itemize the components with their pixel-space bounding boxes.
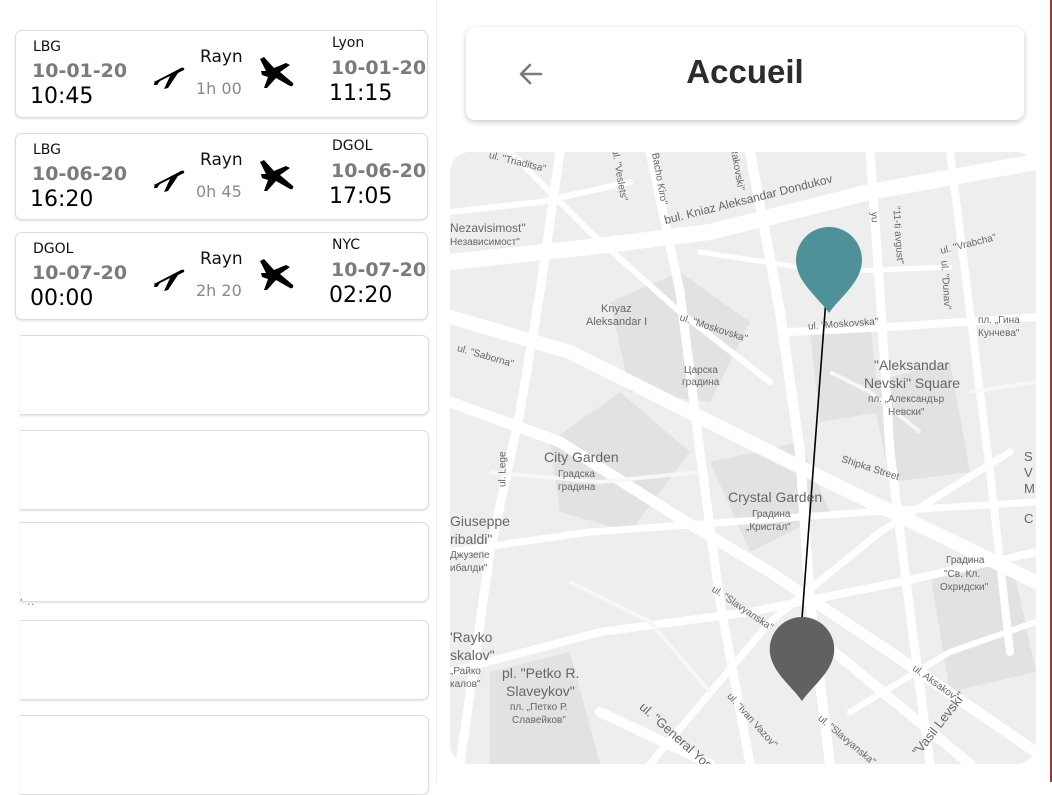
- map-label: Giuseppe: [450, 513, 510, 529]
- departure-airport: LBG: [33, 142, 62, 158]
- flight-duration: 2h 20: [196, 281, 242, 300]
- arrival-airport: Lyon: [332, 35, 365, 51]
- header-bar: Accueil: [466, 27, 1024, 120]
- flight-duration: 0h 45: [196, 182, 242, 201]
- map-view[interactable]: ul. "Triaditsa" ul. "Veslets" "Bacho Kir…: [450, 152, 1036, 764]
- empty-flight-card[interactable]: [20, 620, 429, 700]
- airline-name: Rayn: [200, 47, 243, 67]
- map-label: ribaldi": [450, 531, 493, 547]
- map-label: Охридски": [940, 582, 989, 593]
- flight-duration: 1h 00: [196, 79, 242, 98]
- departure-date: 10-06-20: [32, 163, 128, 185]
- map-label: "Aleksandar: [874, 357, 950, 373]
- takeoff-icon: [146, 158, 186, 198]
- map-label: ибалди": [450, 563, 488, 574]
- arrival-date: 10-07-20: [331, 259, 427, 281]
- map-label: "Св. Кл.: [944, 569, 981, 580]
- flight-card[interactable]: LBG 10-01-20 10:45 Rayn 1h 00 Lyon 10-01-20 11:…: [15, 30, 428, 118]
- departure-time: 10:45: [30, 84, 94, 109]
- map-label: калов": [450, 679, 481, 690]
- map-label: 'Rayko: [450, 629, 493, 645]
- map-label: Nevski" Square: [864, 375, 961, 391]
- map-label: Невски": [888, 407, 925, 418]
- map-label: C: [1024, 511, 1034, 526]
- map-label: „Кристал": [746, 522, 791, 533]
- map-label: пл. „Петко Р.: [510, 702, 568, 713]
- arrival-time: 11:15: [329, 81, 393, 106]
- arrival-time: 02:20: [329, 283, 393, 308]
- map-label: S: [1024, 449, 1033, 464]
- landing-icon: [256, 53, 296, 93]
- map-label: пл. „Александър: [868, 394, 945, 405]
- empty-flight-card[interactable]: [20, 715, 429, 795]
- departure-date: 10-01-20: [32, 60, 128, 82]
- map-label: Славейков": [512, 715, 566, 726]
- map-label: Кунчева": [978, 328, 1020, 339]
- column-divider: [436, 0, 437, 782]
- map-label: ul. Lege: [497, 451, 509, 488]
- arrival-time: 17:05: [329, 184, 393, 209]
- map-label: Nezavisimost": [450, 221, 526, 235]
- map-label: градина: [558, 482, 596, 493]
- map-label: Градина: [752, 509, 791, 520]
- map-label: Slaveykov": [506, 683, 575, 699]
- landing-icon: [256, 156, 296, 196]
- map-label: Knyaz: [601, 303, 632, 315]
- map-label: Независимост": [450, 237, 520, 248]
- airline-name: Rayn: [200, 150, 243, 170]
- airline-name: Rayn: [200, 249, 243, 269]
- map-label: ul. "Dunav": [938, 260, 953, 311]
- map-label: Царска: [684, 365, 718, 376]
- map-label: City Garden: [544, 449, 619, 465]
- landing-icon: [256, 255, 296, 295]
- map-label: градина: [682, 377, 720, 388]
- flight-card[interactable]: DGOL 10-07-20 00:00 Rayn 2h 20 NYC 10-07-20 02:…: [15, 232, 428, 320]
- map-label: V: [1024, 465, 1033, 480]
- stray-text: ' ..: [20, 598, 36, 608]
- departure-time: 16:20: [30, 187, 94, 212]
- empty-flight-card[interactable]: [20, 335, 429, 415]
- map-label: M: [1024, 481, 1035, 496]
- empty-flight-card[interactable]: [20, 430, 429, 510]
- map-label: skalov": [450, 647, 495, 663]
- takeoff-icon: [146, 55, 186, 95]
- arrival-date: 10-06-20: [331, 160, 427, 182]
- empty-flight-card[interactable]: [20, 522, 429, 602]
- arrival-airport: NYC: [332, 237, 361, 253]
- map-label: yu: [868, 211, 880, 223]
- departure-time: 00:00: [30, 286, 94, 311]
- origin-map-pin[interactable]: [796, 227, 862, 315]
- destination-map-pin[interactable]: [769, 617, 835, 703]
- map-label: Crystal Garden: [728, 489, 823, 505]
- map-label: Градска: [558, 469, 595, 480]
- page-title: Accueil: [686, 53, 804, 90]
- flight-card[interactable]: LBG 10-06-20 16:20 Rayn 0h 45 DGOL 10-06-20 17:…: [15, 133, 428, 220]
- departure-airport: DGOL: [33, 241, 74, 257]
- arrival-date: 10-01-20: [331, 57, 427, 79]
- map-pin-icon: [796, 227, 862, 313]
- takeoff-icon: [146, 257, 186, 297]
- map-label: Градина: [946, 555, 985, 566]
- map-label: pl. "Petko R.: [502, 665, 580, 681]
- map-label: пл. „Гина: [978, 315, 1020, 326]
- departure-date: 10-07-20: [32, 262, 128, 284]
- departure-airport: LBG: [33, 39, 62, 55]
- map-label: „Райко: [450, 666, 481, 677]
- map-pin-icon: [769, 617, 835, 702]
- map-label: Джузепе: [450, 550, 490, 561]
- arrival-airport: DGOL: [332, 138, 373, 154]
- map-label: Aleksandar I: [586, 316, 648, 328]
